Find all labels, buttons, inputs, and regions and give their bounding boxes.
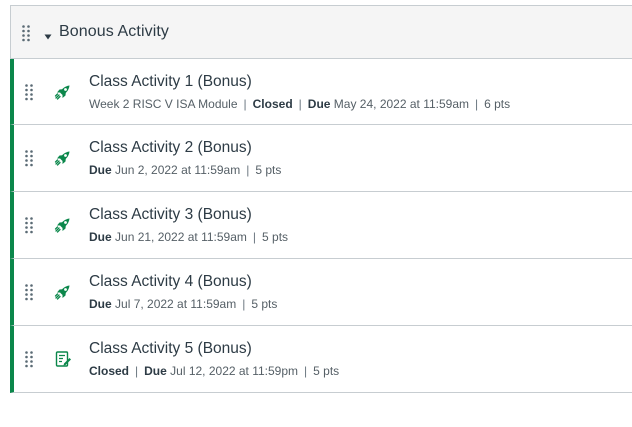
due-label: Due <box>89 297 112 311</box>
list-item[interactable]: Class Activity 1 (Bonus) Week 2 RISC V I… <box>10 59 632 125</box>
module-label: Week 2 RISC V ISA Module <box>89 97 238 111</box>
item-title-link[interactable]: Class Activity 2 (Bonus) <box>89 139 252 157</box>
separator: | <box>252 230 257 244</box>
points: 5 pts <box>255 163 282 177</box>
separator: | <box>243 97 247 111</box>
rocket-icon <box>54 83 72 101</box>
due-date: May 24, 2022 at 11:59am <box>333 97 469 111</box>
module-container: Bonous Activity Class Activity 1 (Bonus)… <box>10 5 632 393</box>
drag-handle-icon[interactable] <box>22 24 30 41</box>
module-title[interactable]: Bonous Activity <box>59 23 169 41</box>
module-items-list: Class Activity 1 (Bonus) Week 2 RISC V I… <box>10 59 632 393</box>
separator: | <box>135 364 139 378</box>
list-item[interactable]: Class Activity 4 (Bonus) Due Jul 7, 2022… <box>10 259 632 326</box>
item-title-link[interactable]: Class Activity 5 (Bonus) <box>89 340 252 358</box>
rocket-icon <box>54 149 72 167</box>
drag-handle-icon[interactable] <box>25 217 33 234</box>
status-label: Closed <box>89 364 130 378</box>
due-date: Jun 21, 2022 at 11:59am <box>115 230 247 244</box>
list-item[interactable]: Class Activity 3 (Bonus) Due Jun 21, 202… <box>10 192 632 259</box>
due-date: Jul 7, 2022 at 11:59am <box>115 297 237 311</box>
drag-handle-icon[interactable] <box>25 351 33 368</box>
drag-handle-icon[interactable] <box>25 150 33 167</box>
item-meta: Week 2 RISC V ISA Module | Closed | Due May … <box>89 97 510 111</box>
due-label: Due <box>89 163 112 177</box>
item-meta: Due Jul 7, 2022 at 11:59am | 5 pts <box>89 297 277 311</box>
list-item[interactable]: Class Activity 2 (Bonus) Due Jun 2, 2022… <box>10 125 632 192</box>
separator: | <box>298 97 302 111</box>
due-label: Due <box>89 230 112 244</box>
due-label: Due <box>307 97 331 111</box>
points: 5 pts <box>262 230 289 244</box>
due-label: Due <box>144 364 167 378</box>
status-label: Closed <box>252 97 293 111</box>
collapse-triangle-icon[interactable] <box>44 28 52 40</box>
drag-handle-icon[interactable] <box>25 284 33 301</box>
item-meta: Closed | Due Jul 12, 2022 at 11:59pm | 5 pts <box>89 364 339 378</box>
points: 6 pts <box>484 97 511 111</box>
quiz-icon <box>54 350 72 368</box>
points: 5 pts <box>251 297 278 311</box>
item-title-link[interactable]: Class Activity 4 (Bonus) <box>89 273 252 291</box>
list-item[interactable]: Class Activity 5 (Bonus) Closed | Due Jul … <box>10 326 632 393</box>
item-title-link[interactable]: Class Activity 1 (Bonus) <box>89 73 252 91</box>
points: 5 pts <box>313 364 340 378</box>
due-date: Jul 12, 2022 at 11:59pm <box>170 364 299 378</box>
item-title-link[interactable]: Class Activity 3 (Bonus) <box>89 206 252 224</box>
due-date: Jun 2, 2022 at 11:59am <box>115 163 241 177</box>
drag-handle-icon[interactable] <box>25 84 33 101</box>
separator: | <box>246 163 250 177</box>
rocket-icon <box>54 216 72 234</box>
module-header[interactable]: Bonous Activity <box>10 5 632 59</box>
rocket-icon <box>54 283 72 301</box>
item-meta: Due Jun 2, 2022 at 11:59am | 5 pts <box>89 163 281 177</box>
item-meta: Due Jun 21, 2022 at 11:59am | 5 pts <box>89 230 288 244</box>
separator: | <box>242 297 246 311</box>
separator: | <box>304 364 308 378</box>
separator: | <box>475 97 479 111</box>
